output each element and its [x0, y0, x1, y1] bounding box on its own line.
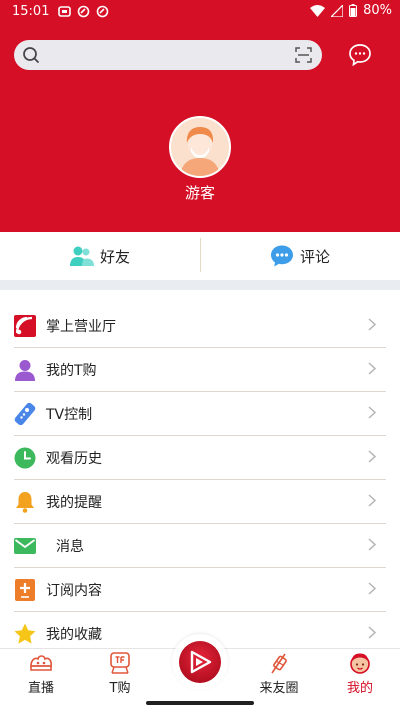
subscribe-icon	[15, 578, 35, 601]
menu-item-label: 掌上营业厅	[46, 318, 116, 335]
chevron-right-icon	[368, 318, 376, 331]
chevron-right-icon	[368, 494, 376, 507]
comment-icon	[270, 245, 293, 267]
search-icon[interactable]	[22, 46, 40, 64]
menu-item-label: 观看历史	[46, 450, 102, 467]
section-gap	[0, 280, 400, 290]
play-center-icon	[179, 641, 221, 683]
clock-icon	[14, 447, 36, 468]
chevron-right-icon	[368, 362, 376, 375]
notification-icon	[77, 5, 90, 18]
tab-label: 直播	[27, 681, 54, 696]
user-icon	[15, 359, 35, 381]
menu-item-label: 消息	[56, 538, 84, 555]
chat-bubble-icon[interactable]	[347, 42, 373, 68]
friends-label: 好友	[99, 247, 130, 266]
friends-icon	[69, 246, 94, 266]
tab-mine[interactable]: 我的	[325, 649, 395, 697]
profile-header: 游客	[0, 24, 400, 232]
menu-item-business-hall[interactable]: 掌上营业厅	[14, 304, 386, 348]
comments-tab[interactable]: 评论	[200, 232, 400, 280]
tshop-icon	[110, 652, 130, 674]
menu-item-reminders[interactable]: 我的提醒	[14, 480, 386, 524]
tab-live[interactable]: 直播	[6, 649, 76, 697]
wifi-icon	[310, 4, 326, 17]
chevron-right-icon	[368, 450, 376, 463]
menu-item-my-tshop[interactable]: 我的T购	[14, 348, 386, 392]
notification-icons	[58, 5, 109, 18]
signal-icon	[331, 4, 344, 17]
live-icon	[30, 655, 52, 671]
home-indicator[interactable]	[146, 701, 254, 705]
tab-friends-circle[interactable]: 来友圈	[244, 649, 314, 697]
chevron-right-icon	[368, 538, 376, 551]
star-icon	[14, 623, 36, 644]
tab-label: 我的	[346, 681, 373, 696]
profile-icon	[350, 653, 370, 674]
menu-item-history[interactable]: 观看历史	[14, 436, 386, 480]
menu-item-label: 订阅内容	[46, 582, 102, 599]
battery-level: 80%	[363, 3, 392, 18]
notification-icon	[58, 6, 71, 17]
system-nav-bar	[0, 696, 400, 711]
chevron-right-icon	[368, 582, 376, 595]
menu-item-subscriptions[interactable]: 订阅内容	[14, 568, 386, 612]
menu-item-messages[interactable]: 消息	[14, 524, 386, 568]
status-time: 15:01	[12, 4, 50, 19]
mail-icon	[14, 537, 36, 554]
circle-icon	[271, 653, 287, 674]
avatar-icon	[171, 118, 229, 176]
username[interactable]: 游客	[0, 182, 400, 203]
search-input[interactable]	[50, 44, 284, 68]
menu-item-label: TV控制	[46, 406, 93, 423]
scan-icon[interactable]	[295, 47, 312, 63]
remote-icon	[14, 402, 36, 425]
play-center-icon	[190, 650, 212, 674]
tab-label: 来友圈	[259, 681, 299, 696]
center-play-button[interactable]	[172, 634, 228, 690]
notification-icon	[96, 5, 109, 18]
search-bar[interactable]	[14, 40, 322, 70]
quick-tabs: 好友 评论	[0, 232, 400, 280]
friends-tab[interactable]: 好友	[0, 232, 200, 280]
status-bar: 15:01 80%	[0, 0, 400, 24]
tab-tshop[interactable]: T购	[85, 649, 155, 697]
avatar[interactable]	[169, 116, 231, 178]
chevron-right-icon	[368, 406, 376, 419]
menu-list: 掌上营业厅 我的T购 TV控制 观看历史 我的提醒 消息 订阅内容 我的收藏	[0, 304, 400, 656]
bell-icon	[16, 491, 34, 513]
battery-icon	[349, 4, 358, 17]
tab-label: T购	[109, 681, 131, 696]
signal-hall-icon	[14, 314, 36, 337]
comments-label: 评论	[299, 247, 330, 266]
chevron-right-icon	[368, 626, 376, 639]
menu-item-label: 我的T购	[46, 362, 97, 379]
menu-item-label: 我的收藏	[46, 626, 102, 643]
menu-item-tv-control[interactable]: TV控制	[14, 392, 386, 436]
menu-item-label: 我的提醒	[46, 494, 102, 511]
